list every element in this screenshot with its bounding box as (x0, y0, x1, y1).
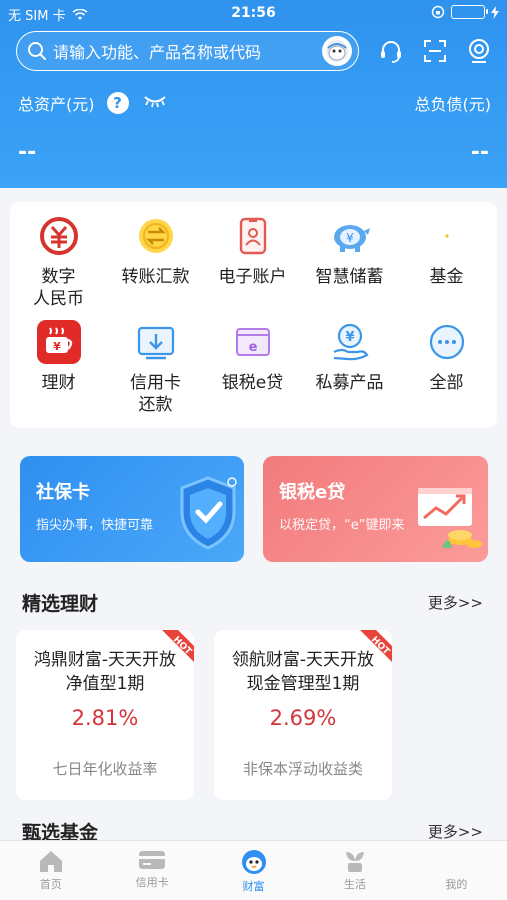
tab-label: 首页 (39, 878, 62, 891)
grid-item-smart-savings[interactable]: ¥ 智慧储蓄 (301, 214, 398, 288)
product-rate-desc: 非保本浮动收益类 (242, 760, 363, 778)
grid-item-label: 数字 人民币 (33, 267, 84, 309)
grid-item-label: 信用卡 还款 (130, 373, 181, 415)
total-assets-label: 总资产(元) (18, 95, 95, 114)
promo-subtitle: 以税定贷，“e”键即来 (279, 518, 405, 533)
tab-home[interactable]: 首页 (0, 841, 101, 900)
grid-item-tax-loan[interactable]: e 银税e贷 (204, 320, 301, 394)
scan-icon[interactable] (421, 37, 449, 65)
more-dots-icon (425, 320, 469, 364)
tab-label: 信用卡 (135, 876, 169, 889)
svg-text:e: e (248, 340, 257, 355)
grid-item-digital-rmb[interactable]: 数字 人民币 (10, 214, 107, 310)
e-account-icon (231, 214, 275, 258)
grid-item-private-fund[interactable]: ¥ 私募产品 (301, 320, 398, 394)
bottom-tab-bar: 首页 信用卡 财富 生活 我的 (0, 840, 507, 900)
wealth-cup-icon: ¥ (36, 320, 81, 364)
search-placeholder: 请输入功能、产品名称或代码 (53, 43, 262, 62)
total-liabilities-label: 总负债(元) (414, 95, 492, 114)
digital-rmb-icon (37, 214, 81, 258)
private-fund-icon: ¥ (328, 320, 372, 364)
total-liabilities-value: -- (470, 140, 489, 165)
grid-item-wealth[interactable]: ¥ 理财 (10, 320, 107, 394)
function-grid: 数字 人民币 转账汇款 电子账户 ¥ 智慧储蓄 基金 ¥ 理财 信用卡 还款 e… (10, 202, 497, 428)
home-icon (39, 851, 62, 872)
svg-text:¥: ¥ (345, 330, 354, 345)
grid-item-label: 银税e贷 (221, 373, 284, 393)
product-rate: 2.69% (269, 706, 337, 730)
svg-text:¥: ¥ (346, 231, 354, 245)
tab-label: 我的 (445, 878, 468, 891)
promo-title: 银税e贷 (279, 482, 346, 503)
grid-item-label: 全部 (429, 373, 464, 393)
wealth-mascot-icon (241, 850, 266, 874)
featured-funds-more-link[interactable]: 更多>> (428, 821, 483, 842)
customer-service-icon[interactable] (377, 37, 405, 65)
promo-title: 社保卡 (36, 482, 90, 503)
grid-item-all[interactable]: 全部 (398, 320, 495, 394)
status-bar: 无 SIM 卡 21:56 (0, 0, 507, 26)
product-rate: 2.81% (71, 706, 139, 730)
profile-icon (446, 851, 467, 871)
tab-life[interactable]: 生活 (304, 841, 405, 900)
orientation-lock-icon (431, 5, 445, 19)
search-input[interactable]: 请输入功能、产品名称或代码 (16, 31, 359, 71)
product-name: 鸿鼎财富-天天开放 净值型1期 (33, 650, 177, 694)
transfer-icon (134, 214, 178, 258)
grid-item-label: 电子账户 (218, 267, 287, 287)
battery-icon (451, 5, 488, 19)
credit-repay-icon (134, 320, 178, 364)
growth-chart-icon (418, 488, 482, 548)
grid-item-label: 转账汇款 (121, 267, 190, 287)
promo-tax-loan[interactable]: 银税e贷 以税定贷，“e”键即来 (263, 456, 488, 562)
product-card[interactable]: HOT 领航财富-天天开放 现金管理型1期 2.69% 非保本浮动收益类 (214, 630, 392, 800)
tax-loan-icon: e (231, 320, 275, 364)
fund-icon (425, 214, 469, 258)
tab-credit-card[interactable]: 信用卡 (101, 841, 202, 900)
grid-item-fund[interactable]: 基金 (398, 214, 495, 288)
credit-card-icon (139, 851, 166, 869)
tab-wealth[interactable]: 财富 (203, 841, 304, 900)
life-plant-icon (345, 852, 364, 872)
grid-item-label: 理财 (41, 373, 76, 393)
help-icon[interactable]: ? (106, 92, 129, 114)
eye-closed-icon[interactable] (143, 93, 167, 113)
camera-icon[interactable] (465, 37, 493, 65)
grid-item-e-account[interactable]: 电子账户 (204, 214, 301, 288)
shield-icon (180, 476, 237, 550)
section-title-featured-wealth: 精选理财 (22, 593, 99, 615)
product-card[interactable]: HOT 鸿鼎财富-天天开放 净值型1期 2.81% 七日年化收益率 (16, 630, 194, 800)
tab-label: 生活 (343, 878, 366, 891)
product-name: 领航财富-天天开放 现金管理型1期 (231, 650, 375, 694)
charging-icon (491, 5, 499, 19)
grid-item-label: 智慧储蓄 (315, 267, 384, 287)
promo-social-security-card[interactable]: 社保卡 指尖办事，快捷可靠 (20, 456, 244, 562)
product-rate-desc: 七日年化收益率 (52, 760, 158, 778)
grid-item-label: 基金 (429, 267, 464, 287)
featured-wealth-more-link[interactable]: 更多>> (428, 592, 483, 613)
total-assets-value: -- (18, 140, 37, 165)
svg-text:¥: ¥ (53, 340, 61, 353)
tab-profile[interactable]: 我的 (406, 841, 507, 900)
promo-subtitle: 指尖办事，快捷可靠 (36, 518, 154, 533)
tab-label: 财富 (242, 880, 265, 893)
search-icon (28, 42, 46, 60)
grid-item-label: 私募产品 (315, 373, 384, 393)
piggy-bank-icon: ¥ (328, 214, 372, 258)
header: 无 SIM 卡 21:56 请输入功能、产品名称或代码 总资产(元) ? 总负债… (0, 0, 507, 188)
grid-item-transfer[interactable]: 转账汇款 (107, 214, 204, 288)
grid-item-credit-repay[interactable]: 信用卡 还款 (107, 320, 204, 416)
mascot-avatar-icon[interactable] (322, 36, 352, 66)
